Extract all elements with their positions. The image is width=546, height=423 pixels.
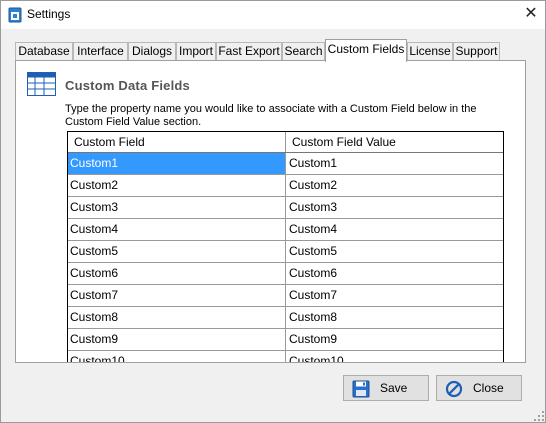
custom-fields-panel: Custom Data Fields Type the property nam… [15, 60, 526, 363]
title-bar: Settings ✕ [1, 1, 545, 29]
save-button[interactable]: Save [343, 375, 429, 401]
column-header-custom-field[interactable]: Custom Field [68, 132, 286, 152]
section-description: Type the property name you would like to… [65, 103, 477, 128]
window-title: Settings [27, 7, 71, 21]
custom-fields-grid[interactable]: Custom Field Custom Field Value Custom1 … [67, 131, 504, 362]
tab-fast-export[interactable]: Fast Export [216, 42, 282, 61]
table-icon [27, 72, 56, 96]
table-row: Custom7 Custom7 [68, 285, 503, 307]
window-close-icon[interactable]: ✕ [519, 3, 543, 25]
tab-custom-fields[interactable]: Custom Fields [325, 39, 407, 62]
custom-field-cell[interactable]: Custom6 [68, 263, 286, 284]
table-row: Custom9 Custom9 [68, 329, 503, 351]
settings-window: Settings ✕ Database Interface Dialogs Im… [0, 0, 546, 423]
tab-import[interactable]: Import [176, 42, 216, 61]
cancel-icon [445, 380, 463, 398]
custom-field-cell[interactable]: Custom10 [68, 351, 286, 362]
custom-field-value-cell[interactable]: Custom5 [286, 241, 503, 262]
custom-field-cell[interactable]: Custom4 [68, 219, 286, 240]
custom-field-cell[interactable]: Custom7 [68, 285, 286, 306]
close-button-label: Close [473, 381, 504, 395]
custom-field-value-cell[interactable]: Custom4 [286, 219, 503, 240]
custom-field-value-cell[interactable]: Custom9 [286, 329, 503, 350]
section-title: Custom Data Fields [65, 78, 190, 93]
custom-field-value-cell[interactable]: Custom3 [286, 197, 503, 218]
table-row: Custom3 Custom3 [68, 197, 503, 219]
column-header-custom-field-value[interactable]: Custom Field Value [286, 132, 503, 152]
app-icon [8, 7, 22, 23]
custom-field-cell[interactable]: Custom2 [68, 175, 286, 196]
floppy-disk-icon [352, 380, 370, 398]
tab-interface[interactable]: Interface [73, 42, 128, 61]
resize-grip-icon[interactable] [533, 410, 545, 422]
custom-field-value-cell[interactable]: Custom7 [286, 285, 503, 306]
tab-license[interactable]: License [407, 42, 453, 61]
custom-field-cell[interactable]: Custom5 [68, 241, 286, 262]
tab-search[interactable]: Search [282, 42, 325, 61]
custom-field-cell[interactable]: Custom9 [68, 329, 286, 350]
custom-field-cell[interactable]: Custom3 [68, 197, 286, 218]
custom-field-cell[interactable]: Custom8 [68, 307, 286, 328]
custom-field-value-cell[interactable]: Custom6 [286, 263, 503, 284]
table-row: Custom1 Custom1 [68, 153, 503, 175]
table-row: Custom10 Custom10 [68, 351, 503, 362]
close-button[interactable]: Close [436, 375, 522, 401]
table-row: Custom5 Custom5 [68, 241, 503, 263]
grid-header: Custom Field Custom Field Value [68, 132, 503, 153]
custom-field-value-cell[interactable]: Custom2 [286, 175, 503, 196]
tab-support[interactable]: Support [453, 42, 500, 61]
table-row: Custom8 Custom8 [68, 307, 503, 329]
save-button-label: Save [380, 381, 408, 395]
table-row: Custom2 Custom2 [68, 175, 503, 197]
custom-field-cell[interactable]: Custom1 [68, 153, 286, 174]
tab-dialogs[interactable]: Dialogs [128, 42, 176, 61]
custom-field-value-cell[interactable]: Custom1 [286, 153, 503, 174]
tab-database[interactable]: Database [15, 42, 73, 61]
custom-field-value-cell[interactable]: Custom10 [286, 351, 503, 362]
table-row: Custom6 Custom6 [68, 263, 503, 285]
custom-field-value-cell[interactable]: Custom8 [286, 307, 503, 328]
table-row: Custom4 Custom4 [68, 219, 503, 241]
